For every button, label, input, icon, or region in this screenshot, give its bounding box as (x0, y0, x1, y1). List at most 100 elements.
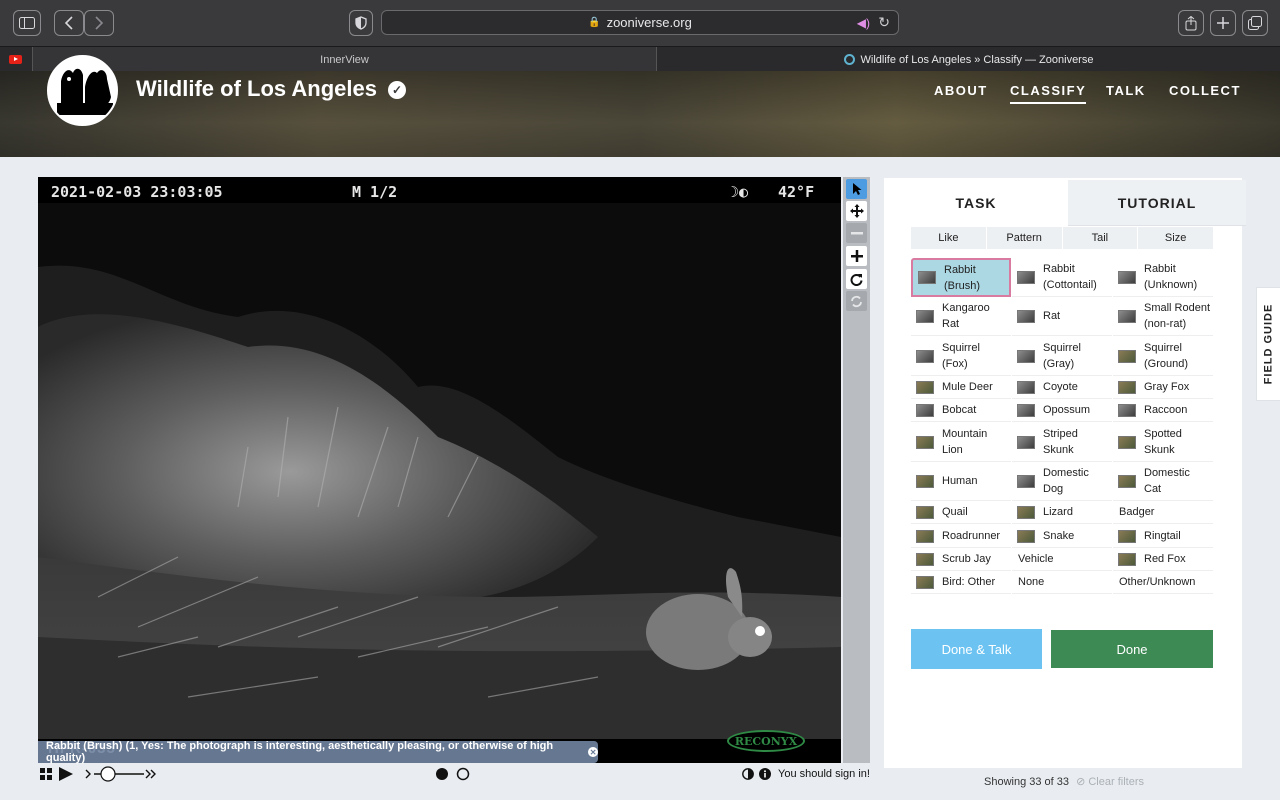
choice-label-line1: Squirrel (1144, 342, 1182, 354)
choice-label: Spotted Skunk (1144, 426, 1182, 458)
tab-tutorial[interactable]: TUTORIAL (1068, 180, 1246, 226)
choice-snake[interactable]: Snake (1012, 525, 1112, 548)
done-button[interactable]: Done (1051, 630, 1213, 668)
nav-about[interactable]: ABOUT (934, 83, 988, 98)
share-icon[interactable] (1178, 10, 1204, 36)
zoom-in-icon[interactable] (846, 246, 867, 266)
choice-quail[interactable]: Quail (911, 501, 1011, 524)
choice-coyote[interactable]: Coyote (1012, 376, 1112, 399)
choice-bird-other[interactable]: Bird: Other (911, 571, 1011, 594)
clear-filters-link[interactable]: ⊘ Clear filters (1076, 776, 1144, 788)
choice-squirrel-fox[interactable]: Squirrel (Fox) (911, 337, 1011, 376)
frame-2-dot[interactable] (456, 765, 470, 783)
tab-innerview[interactable]: InnerView (32, 47, 657, 72)
moon-phase-icon: ☽◐ (730, 183, 749, 201)
choice-label: Red Fox (1144, 551, 1186, 567)
subject-image[interactable]: 2021-02-03 23:03:05 M 1/2 ☽◐ 42°F HFR-03… (38, 177, 841, 763)
choice-label: Bird: Other (942, 574, 995, 590)
choice-spotted-skunk[interactable]: Spotted Skunk (1113, 423, 1213, 462)
invert-colors-icon[interactable] (742, 765, 754, 783)
project-title[interactable]: Wildlife of Los Angeles (136, 76, 377, 102)
info-icon[interactable] (759, 765, 771, 783)
shield-icon[interactable] (349, 10, 373, 36)
choice-ringtail[interactable]: Ringtail (1113, 525, 1213, 548)
grid-view-icon[interactable] (40, 765, 52, 783)
choice-other-unknown[interactable]: Other/Unknown (1113, 571, 1213, 594)
playback-speed-slider[interactable] (84, 765, 158, 783)
choice-label-line1: Snake (1043, 530, 1075, 542)
tab-label: InnerView (320, 53, 369, 66)
audio-icon[interactable]: ◀) (857, 16, 870, 30)
choice-scrub-jay[interactable]: Scrub Jay (911, 548, 1011, 571)
choice-label: Quail (942, 504, 968, 520)
choice-squirrel-ground[interactable]: Squirrel (Ground) (1113, 337, 1213, 376)
choice-roadrunner[interactable]: Roadrunner (911, 525, 1011, 548)
choice-none[interactable]: None (1012, 571, 1112, 594)
filter-size[interactable]: Size (1138, 227, 1213, 249)
choice-thumbnail (916, 380, 934, 394)
nav-collect[interactable]: COLLECT (1169, 83, 1241, 98)
tab-task[interactable]: TASK (884, 180, 1068, 226)
choice-label-line1: Bird: Other (942, 576, 996, 588)
reset-icon[interactable] (846, 291, 867, 311)
choice-rat[interactable]: Rat (1012, 297, 1112, 336)
choice-lizard[interactable]: Lizard (1012, 501, 1112, 524)
choice-striped-skunk[interactable]: Striped Skunk (1012, 423, 1112, 462)
verified-badge-icon: ✓ (388, 81, 406, 99)
choice-opossum[interactable]: Opossum (1012, 399, 1112, 422)
field-guide-tab[interactable]: FIELD GUIDE (1256, 287, 1280, 401)
tab-overview-icon[interactable] (1242, 10, 1268, 36)
project-avatar[interactable] (47, 55, 118, 126)
choice-label-line1: Spotted (1144, 428, 1182, 440)
choice-label: Squirrel (Fox) (942, 340, 980, 372)
filter-tail[interactable]: Tail (1063, 227, 1139, 249)
choice-gray-fox[interactable]: Gray Fox (1113, 376, 1213, 399)
choice-domestic-dog[interactable]: Domestic Dog (1012, 462, 1112, 501)
photo-timestamp: 2021-02-03 23:03:05 (51, 183, 223, 201)
choice-mountain-lion[interactable]: Mountain Lion (911, 423, 1011, 462)
close-icon[interactable]: ✕ (588, 747, 598, 757)
choice-label-line1: Red Fox (1144, 553, 1186, 565)
address-bar[interactable]: 🔒 zooniverse.org ◀) ↻ (381, 10, 899, 35)
url-text: zooniverse.org (606, 15, 692, 30)
choice-rabbit-unknown[interactable]: Rabbit (Unknown) (1113, 258, 1213, 297)
rotate-icon[interactable] (846, 269, 867, 289)
pan-icon[interactable] (846, 201, 867, 221)
choice-human[interactable]: Human (911, 462, 1011, 501)
choice-rabbit-brush[interactable]: Rabbit (Brush) (911, 258, 1011, 297)
choice-bobcat[interactable]: Bobcat (911, 399, 1011, 422)
reload-icon[interactable]: ↻ (878, 14, 890, 31)
filter-pattern[interactable]: Pattern (987, 227, 1063, 249)
choice-squirrel-gray[interactable]: Squirrel (Gray) (1012, 337, 1112, 376)
tab-zooniverse[interactable]: Wildlife of Los Angeles » Classify — Zoo… (657, 47, 1280, 72)
browser-toolbar: 🔒 zooniverse.org ◀) ↻ (0, 0, 1280, 46)
zoom-out-icon[interactable] (846, 223, 867, 243)
choice-small-rodent-non-rat[interactable]: Small Rodent (non-rat) (1113, 297, 1213, 336)
play-icon[interactable] (59, 765, 73, 783)
choice-vehicle[interactable]: Vehicle (1012, 548, 1112, 571)
choice-kangaroo-rat[interactable]: Kangaroo Rat (911, 297, 1011, 336)
nav-classify[interactable]: CLASSIFY (1010, 83, 1087, 104)
frame-1-dot[interactable] (435, 765, 449, 783)
filter-like[interactable]: Like (911, 227, 987, 249)
sidebar-toggle-icon[interactable] (13, 10, 41, 36)
new-tab-icon[interactable] (1210, 10, 1236, 36)
choice-domestic-cat[interactable]: Domestic Cat (1113, 462, 1213, 501)
choice-label: None (1018, 574, 1044, 590)
sign-in-prompt[interactable]: You should sign in! (778, 765, 870, 783)
clear-filters-label: Clear filters (1088, 776, 1144, 788)
pointer-icon[interactable] (846, 179, 867, 199)
forward-button[interactable] (84, 10, 114, 36)
choice-red-fox[interactable]: Red Fox (1113, 548, 1213, 571)
choice-label-line1: Mule Deer (942, 381, 993, 393)
choice-rabbit-cottontail[interactable]: Rabbit (Cottontail) (1012, 258, 1112, 297)
nav-talk[interactable]: TALK (1106, 83, 1146, 98)
choice-raccoon[interactable]: Raccoon (1113, 399, 1213, 422)
back-button[interactable] (54, 10, 84, 36)
choice-label-line1: Other/Unknown (1119, 576, 1196, 588)
choice-badger[interactable]: Badger (1113, 501, 1213, 524)
choice-mule-deer[interactable]: Mule Deer (911, 376, 1011, 399)
done-and-talk-button[interactable]: Done & Talk (911, 629, 1042, 669)
choice-thumbnail (1118, 529, 1136, 543)
choice-thumbnail (916, 575, 934, 589)
